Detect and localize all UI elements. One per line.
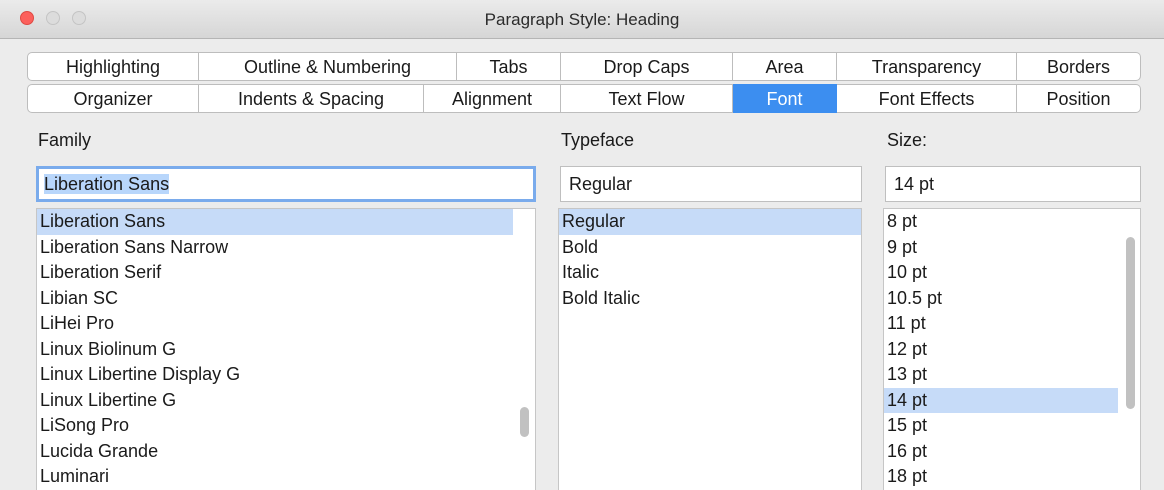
size-list-item[interactable]: 14 pt xyxy=(884,387,1118,413)
tab-drop-caps[interactable]: Drop Caps xyxy=(561,52,733,81)
family-list-item[interactable]: Luminari xyxy=(37,464,513,490)
typeface-list-items: Regular Bold Italic Bold Italic xyxy=(559,209,861,311)
size-list-item[interactable]: 13 pt xyxy=(884,362,1118,388)
dialog-window: Paragraph Style: Heading Highlighting Ou… xyxy=(0,0,1164,490)
tab-highlighting[interactable]: Highlighting xyxy=(27,52,199,81)
size-input[interactable]: 14 pt xyxy=(885,166,1141,202)
tab-position[interactable]: Position xyxy=(1017,84,1141,113)
family-input-value: Liberation Sans xyxy=(44,174,170,194)
size-label: Size: xyxy=(887,130,928,150)
tab-tabs[interactable]: Tabs xyxy=(457,52,561,81)
typeface-list-item[interactable]: Bold Italic xyxy=(559,286,861,312)
size-list-item[interactable]: 11 pt xyxy=(884,311,1118,337)
family-list-item[interactable]: Liberation Sans xyxy=(37,209,513,235)
tab-organizer[interactable]: Organizer xyxy=(27,84,199,113)
size-list-item[interactable]: 10 pt xyxy=(884,260,1118,286)
family-input[interactable]: Liberation Sans xyxy=(36,166,536,202)
size-list-item[interactable]: 12 pt xyxy=(884,337,1118,363)
family-label: Family xyxy=(38,130,91,150)
tab-alignment[interactable]: Alignment xyxy=(424,84,561,113)
family-list-item[interactable]: Linux Biolinum G xyxy=(37,337,513,363)
family-list[interactable]: Liberation Sans Liberation Sans Narrow Lib… xyxy=(36,208,536,490)
typeface-label: Typeface xyxy=(561,130,635,150)
tab-outline-numbering[interactable]: Outline & Numbering xyxy=(199,52,457,81)
family-list-item[interactable]: Liberation Serif xyxy=(37,260,513,286)
size-list-item[interactable]: 18 pt xyxy=(884,464,1118,490)
family-list-item[interactable]: Liberation Sans Narrow xyxy=(37,235,513,261)
title-bar[interactable]: Paragraph Style: Heading xyxy=(0,0,1164,39)
family-list-scrollbar[interactable] xyxy=(520,407,529,437)
tab-row-2: Organizer Indents & Spacing Alignment Te… xyxy=(27,84,1141,113)
typeface-list-item[interactable]: Italic xyxy=(559,260,861,286)
family-list-item[interactable]: LiSong Pro xyxy=(37,413,513,439)
typeface-input[interactable]: Regular xyxy=(560,166,862,202)
family-list-item[interactable]: LiHei Pro xyxy=(37,311,513,337)
typeface-list-item[interactable]: Bold xyxy=(559,235,861,261)
family-list-item[interactable]: Libian SC xyxy=(37,286,513,312)
size-list-items: 8 pt 9 pt 10 pt 10.5 pt 11 pt 12 pt 13 pt 14 pt… xyxy=(884,209,1140,490)
size-list-item[interactable]: 9 pt xyxy=(884,235,1118,261)
tab-indents-spacing[interactable]: Indents & Spacing xyxy=(199,84,424,113)
tab-font-effects[interactable]: Font Effects xyxy=(837,84,1017,113)
tab-borders[interactable]: Borders xyxy=(1017,52,1141,81)
window-title: Paragraph Style: Heading xyxy=(484,10,680,29)
tab-area[interactable]: Area xyxy=(733,52,837,81)
tab-row-1: Highlighting Outline & Numbering Tabs Dr… xyxy=(27,52,1141,81)
family-list-item[interactable]: Lucida Grande xyxy=(37,439,513,465)
size-list-item[interactable]: 16 pt xyxy=(884,439,1118,465)
size-list-item[interactable]: 15 pt xyxy=(884,413,1118,439)
family-list-items: Liberation Sans Liberation Sans Narrow Lib… xyxy=(37,209,535,490)
size-list-item[interactable]: 10.5 pt xyxy=(884,286,1118,312)
size-list[interactable]: 8 pt 9 pt 10 pt 10.5 pt 11 pt 12 pt 13 pt 14 pt… xyxy=(883,208,1141,490)
size-list-item[interactable]: 8 pt xyxy=(884,209,1118,235)
size-list-scrollbar[interactable] xyxy=(1126,237,1135,409)
family-list-item[interactable]: Linux Libertine Display G xyxy=(37,362,513,388)
tab-font[interactable]: Font xyxy=(733,84,837,113)
tab-transparency[interactable]: Transparency xyxy=(837,52,1017,81)
typeface-list-item[interactable]: Regular xyxy=(559,209,861,235)
typeface-list[interactable]: Regular Bold Italic Bold Italic xyxy=(558,208,862,490)
tab-text-flow[interactable]: Text Flow xyxy=(561,84,733,113)
family-list-item[interactable]: Linux Libertine G xyxy=(37,388,513,414)
